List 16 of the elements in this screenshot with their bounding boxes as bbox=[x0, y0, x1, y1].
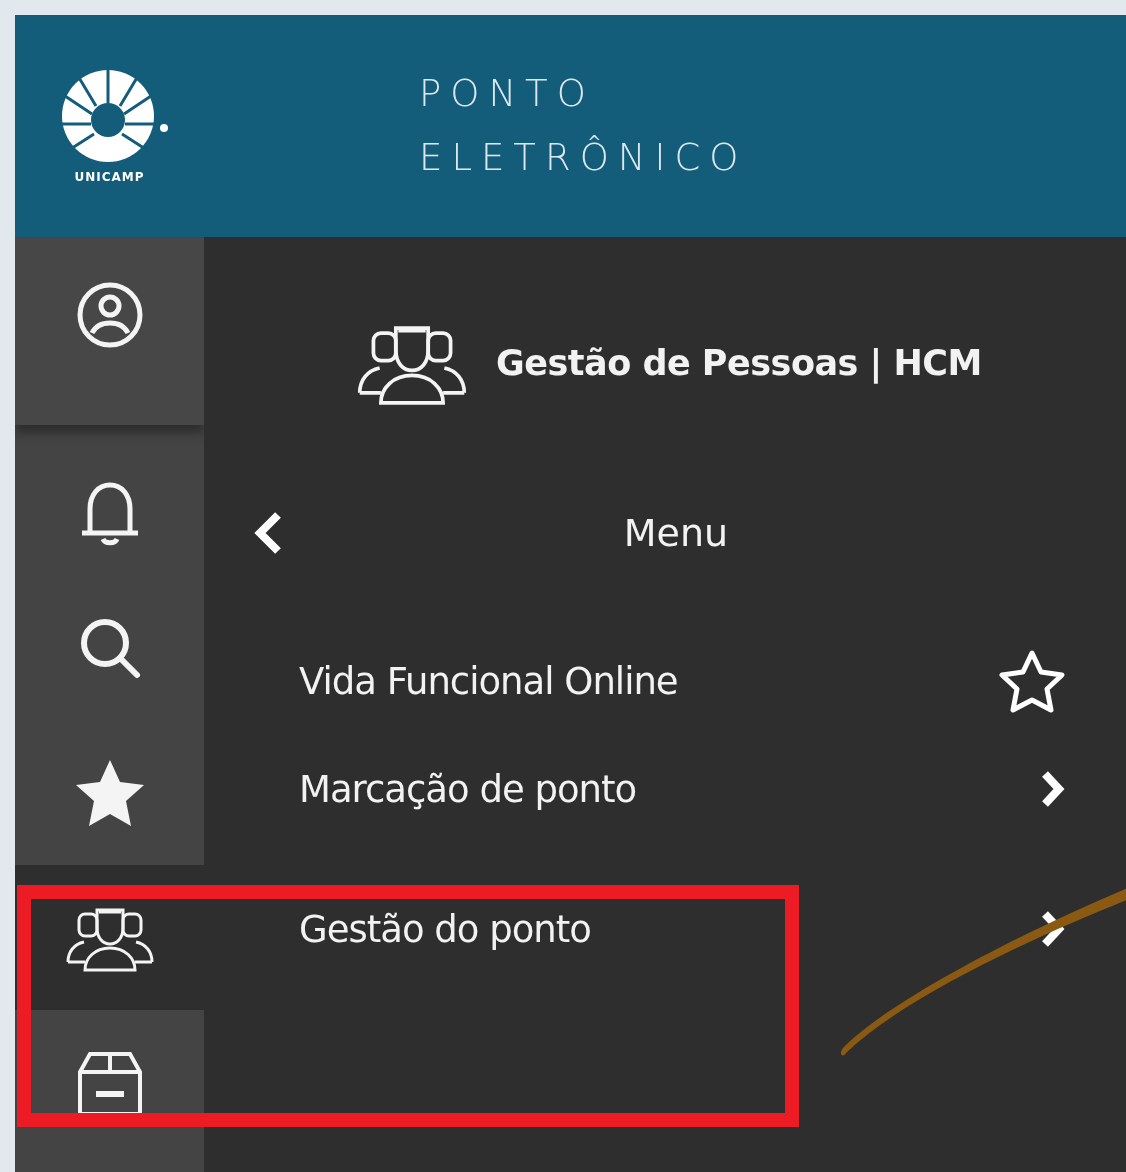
menu-item[interactable]: Vida Funcional Online bbox=[204, 643, 1126, 719]
chevron-right-icon[interactable] bbox=[1040, 770, 1066, 808]
app-title: PONTO bbox=[419, 72, 596, 116]
menu-title: Menu bbox=[622, 511, 730, 555]
sidebar-item[interactable] bbox=[15, 237, 204, 425]
chevron-right-icon[interactable] bbox=[1040, 910, 1066, 948]
star-icon[interactable] bbox=[998, 649, 1066, 713]
menu-item-label: Marcação de ponto bbox=[299, 767, 638, 811]
menu-item-label: Vida Funcional Online bbox=[299, 659, 679, 703]
menu-item-label: Gestão do ponto bbox=[299, 907, 592, 951]
user-circle-icon bbox=[75, 281, 144, 349]
logo-wordmark: UNICAMP bbox=[74, 170, 145, 184]
menu-item[interactable]: Marcação de ponto bbox=[204, 719, 1126, 859]
module-title: Gestão de Pessoas | HCM bbox=[496, 343, 982, 383]
app-title: ELETRÔNICO bbox=[419, 136, 748, 180]
menu-item[interactable]: Gestão do ponto bbox=[204, 859, 1126, 999]
